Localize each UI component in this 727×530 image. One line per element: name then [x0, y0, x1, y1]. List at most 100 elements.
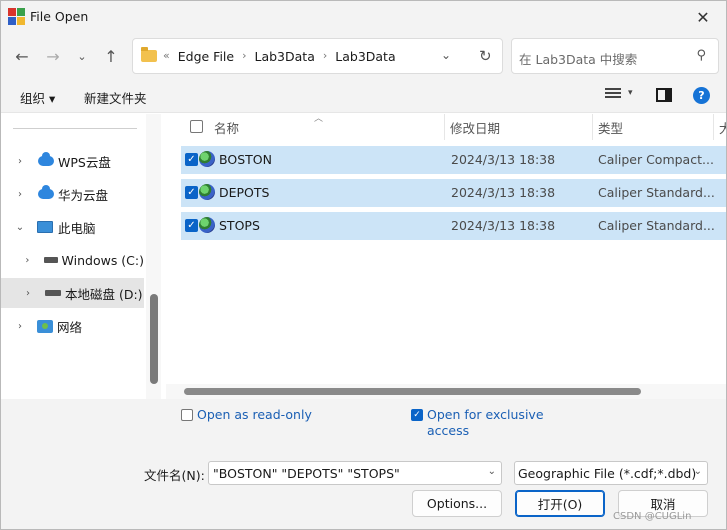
filetype-select[interactable]: Geographic File (*.cdf;*.dbd) ⌄ [514, 461, 708, 485]
address-dropdown-button[interactable]: ⌄ [441, 48, 451, 62]
chevron-right-icon[interactable]: › [23, 255, 32, 266]
sidebar-item-windows-c[interactable]: › Windows (C:) [1, 245, 144, 275]
forward-button[interactable]: → [42, 45, 64, 67]
arrow-up-icon: ↑ [104, 46, 118, 66]
chevron-right-icon[interactable]: › [15, 189, 25, 200]
sidebar-item-label: 网络 [57, 319, 83, 335]
file-list: ︿ 名称 修改日期 类型 大 ✓ BOSTON 2024/3/13 18:38 … [166, 114, 726, 399]
read-only-checkbox[interactable] [181, 409, 193, 421]
row-checkbox[interactable]: ✓ [185, 153, 198, 166]
sidebar-item-label: 华为云盘 [58, 187, 109, 203]
chevron-right-icon[interactable]: › [242, 49, 246, 64]
file-list-scroll-thumb[interactable] [184, 388, 641, 395]
read-only-option[interactable]: Open as read-only [181, 407, 312, 422]
file-name: BOSTON [219, 152, 272, 167]
open-button[interactable]: 打开(O) [515, 490, 605, 517]
filename-input[interactable]: "BOSTON" "DEPOTS" "STOPS" ⌄ [208, 461, 502, 485]
chevron-down-icon[interactable]: ⌄ [488, 466, 496, 477]
new-folder-button[interactable]: 新建文件夹 [84, 88, 147, 107]
file-name: STOPS [219, 218, 260, 233]
globe-icon [199, 184, 215, 200]
chevron-right-icon[interactable]: › [15, 156, 25, 167]
file-row-boston[interactable]: ✓ BOSTON 2024/3/13 18:38 Caliper Compact… [181, 146, 726, 174]
address-bar[interactable]: « Edge File › Lab3Data › Lab3Data ⌄ ↻ [132, 38, 503, 74]
arrow-left-icon: ← [15, 46, 29, 66]
sidebar-divider [13, 128, 137, 129]
file-type: Caliper Compact... [598, 152, 714, 167]
column-divider[interactable] [713, 114, 714, 140]
help-icon[interactable]: ? [693, 87, 710, 104]
file-open-dialog: File Open ✕ ← → ⌄ ↑ « Edge File › Lab3Da… [0, 0, 727, 530]
organize-button[interactable]: 组织 ▾ [20, 88, 55, 107]
row-checkbox[interactable]: ✓ [185, 219, 198, 232]
chevron-down-icon: ⌄ [441, 48, 452, 62]
view-options-icon[interactable] [605, 88, 621, 102]
file-date: 2024/3/13 18:38 [451, 218, 556, 233]
sidebar-scrollbar[interactable] [146, 114, 161, 399]
dialog-footer: 文件名(N): "BOSTON" "DEPOTS" "STOPS" ⌄ Geog… [1, 443, 726, 529]
exclusive-access-label-line: access [427, 423, 470, 438]
read-only-label[interactable]: Open as read-only [197, 407, 312, 422]
row-checkbox[interactable]: ✓ [185, 186, 198, 199]
network-icon [37, 319, 53, 333]
filename-value: "BOSTON" "DEPOTS" "STOPS" [213, 466, 400, 481]
breadcrumb-item[interactable]: Lab3Data [335, 49, 395, 64]
command-bar: 组织 ▾ 新建文件夹 ▾ ? [1, 79, 726, 113]
breadcrumb-overflow[interactable]: « [163, 49, 170, 64]
sidebar-item-label: WPS云盘 [58, 154, 111, 170]
file-row-stops[interactable]: ✓ STOPS 2024/3/13 18:38 Caliper Standard… [181, 212, 726, 240]
breadcrumb-item[interactable]: Lab3Data [255, 49, 315, 64]
sidebar-item-label: Windows (C:) [61, 252, 144, 268]
drive-icon [43, 257, 58, 263]
search-input[interactable]: 在 Lab3Data 中搜索 ⚲ [511, 38, 719, 74]
navigation-bar: ← → ⌄ ↑ « Edge File › Lab3Data › Lab3Dat… [1, 33, 726, 79]
app-icon [8, 8, 25, 25]
column-header-size[interactable]: 大 [719, 114, 726, 140]
column-divider[interactable] [592, 114, 593, 140]
globe-icon [199, 151, 215, 167]
file-list-scrollbar[interactable] [166, 384, 726, 399]
chevron-down-icon[interactable]: ⌄ [694, 466, 702, 477]
sidebar-scroll-thumb[interactable] [150, 294, 158, 384]
column-header-type[interactable]: 类型 [598, 114, 623, 140]
breadcrumb-item[interactable]: Edge File [178, 49, 234, 64]
close-button[interactable]: ✕ [680, 1, 726, 33]
filename-label: 文件名(N): [144, 468, 205, 483]
chevron-down-icon[interactable]: ⌄ [15, 222, 25, 233]
sidebar-item-network[interactable]: › 网络 [1, 311, 144, 341]
file-row-depots[interactable]: ✓ DEPOTS 2024/3/13 18:38 Caliper Standar… [181, 179, 726, 207]
column-header-name[interactable]: 名称 [214, 114, 239, 140]
sidebar-item-huawei-cloud[interactable]: › 华为云盘 [1, 179, 144, 209]
file-type: Caliper Standard... [598, 185, 715, 200]
view-dropdown-button[interactable]: ▾ [628, 88, 633, 98]
chevron-right-icon[interactable]: › [15, 321, 25, 332]
drive-icon [45, 290, 61, 296]
exclusive-access-label[interactable]: Open for exclusive access [427, 407, 544, 439]
refresh-button[interactable]: ↻ [479, 47, 492, 65]
search-icon: ⚲ [696, 48, 706, 63]
file-date: 2024/3/13 18:38 [451, 152, 556, 167]
options-button[interactable]: Options... [412, 490, 502, 517]
column-header-date[interactable]: 修改日期 [450, 114, 500, 140]
close-icon: ✕ [696, 7, 710, 27]
sidebar-item-wps-cloud[interactable]: › WPS云盘 [1, 146, 144, 176]
select-all-checkbox[interactable] [190, 120, 203, 133]
navigation-pane: › WPS云盘 › 华为云盘 ⌄ 此电脑 › Windows (C:) › 本地… [1, 114, 161, 399]
watermark: CSDN @CUGLin [613, 511, 692, 522]
title-bar: File Open ✕ [1, 1, 726, 33]
up-button[interactable]: ↑ [100, 45, 122, 67]
cloud-icon [38, 152, 54, 166]
exclusive-access-option[interactable]: ✓ Open for exclusive access [411, 407, 544, 439]
column-divider[interactable] [444, 114, 445, 140]
sidebar-item-local-disk-d[interactable]: › 本地磁盘 (D:) [1, 278, 144, 308]
exclusive-access-checkbox[interactable]: ✓ [411, 409, 423, 421]
window-title: File Open [30, 9, 89, 24]
sidebar-item-label: 本地磁盘 (D:) [65, 286, 143, 302]
filetype-value: Geographic File (*.cdf;*.dbd) [518, 466, 697, 481]
chevron-right-icon[interactable]: › [23, 288, 33, 299]
back-button[interactable]: ← [11, 45, 33, 67]
recent-locations-button[interactable]: ⌄ [71, 45, 93, 67]
chevron-right-icon[interactable]: › [323, 49, 327, 64]
sidebar-item-this-pc[interactable]: ⌄ 此电脑 [1, 212, 144, 242]
preview-pane-icon[interactable] [656, 88, 672, 102]
